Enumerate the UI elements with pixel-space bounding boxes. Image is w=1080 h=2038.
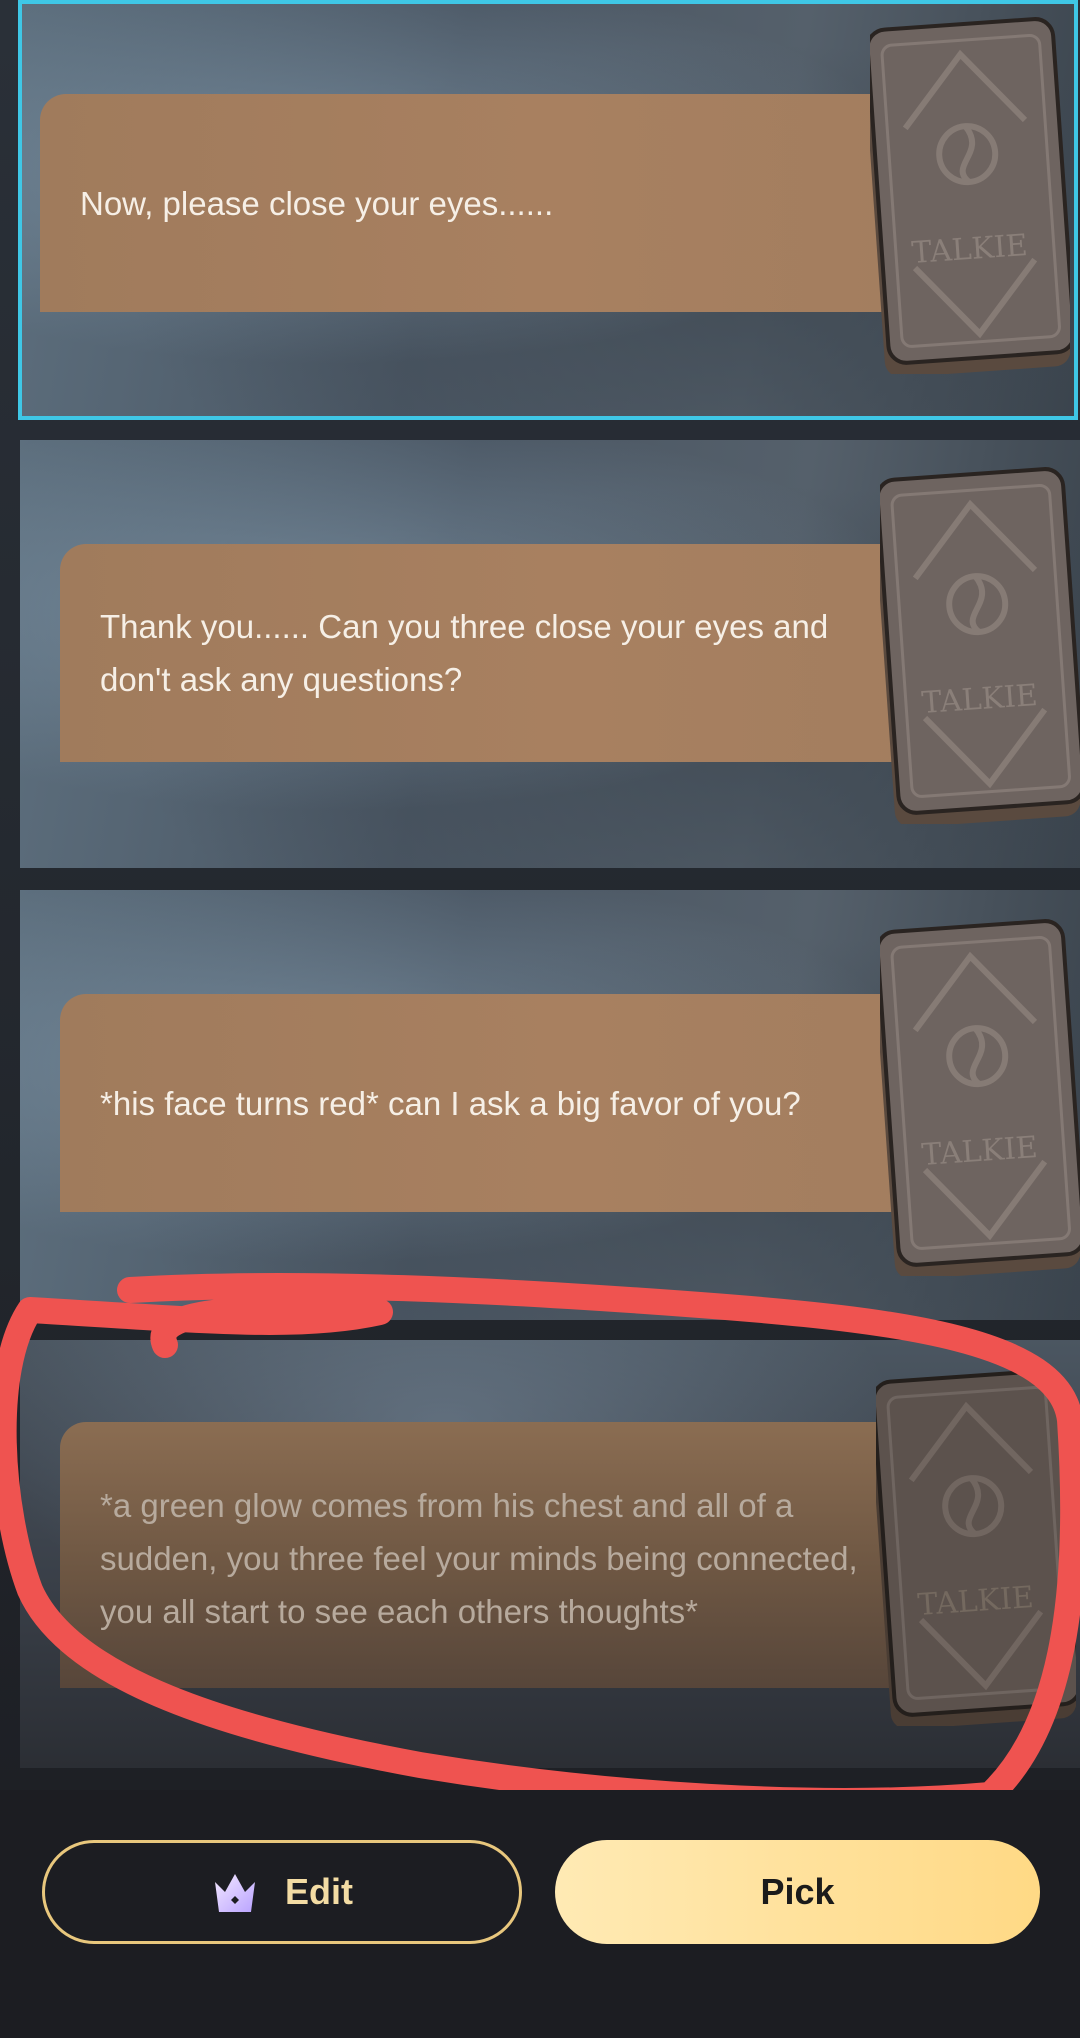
action-bar: Edit Pick xyxy=(0,1790,1080,2038)
reply-option-3[interactable]: *his face turns red* can I ask a big fav… xyxy=(20,890,1080,1320)
reply-bubble: *his face turns red* can I ask a big fav… xyxy=(60,994,910,1212)
tarot-card-icon: TALKIE xyxy=(880,464,1080,824)
pick-button[interactable]: Pick xyxy=(555,1840,1040,1944)
reply-bubble: Now, please close your eyes...... xyxy=(40,94,890,312)
reply-text: *a green glow comes from his chest and a… xyxy=(100,1486,858,1630)
crown-icon xyxy=(215,1874,255,1912)
tarot-card-icon: TALKIE xyxy=(880,916,1080,1276)
reply-option-2[interactable]: Thank you...... Can you three close your… xyxy=(20,440,1080,868)
edit-button-label: Edit xyxy=(285,1871,353,1912)
reply-option-1[interactable]: Now, please close your eyes...... TALKIE xyxy=(18,0,1078,420)
edit-button[interactable]: Edit xyxy=(42,1840,522,1944)
tarot-card-icon: TALKIE xyxy=(870,14,1070,374)
reply-bubble: *a green glow comes from his chest and a… xyxy=(60,1422,910,1688)
reply-picker-screen: Now, please close your eyes...... TALKIE… xyxy=(0,0,1080,2038)
pick-button-label: Pick xyxy=(760,1871,835,1912)
reply-text: Thank you...... Can you three close your… xyxy=(100,608,829,698)
reply-text: Now, please close your eyes...... xyxy=(80,184,554,222)
reply-text: *his face turns red* can I ask a big fav… xyxy=(100,1084,801,1122)
tarot-card-icon: TALKIE xyxy=(876,1366,1076,1726)
reply-bubble: Thank you...... Can you three close your… xyxy=(60,544,910,762)
reply-option-4[interactable]: *a green glow comes from his chest and a… xyxy=(20,1340,1080,1768)
